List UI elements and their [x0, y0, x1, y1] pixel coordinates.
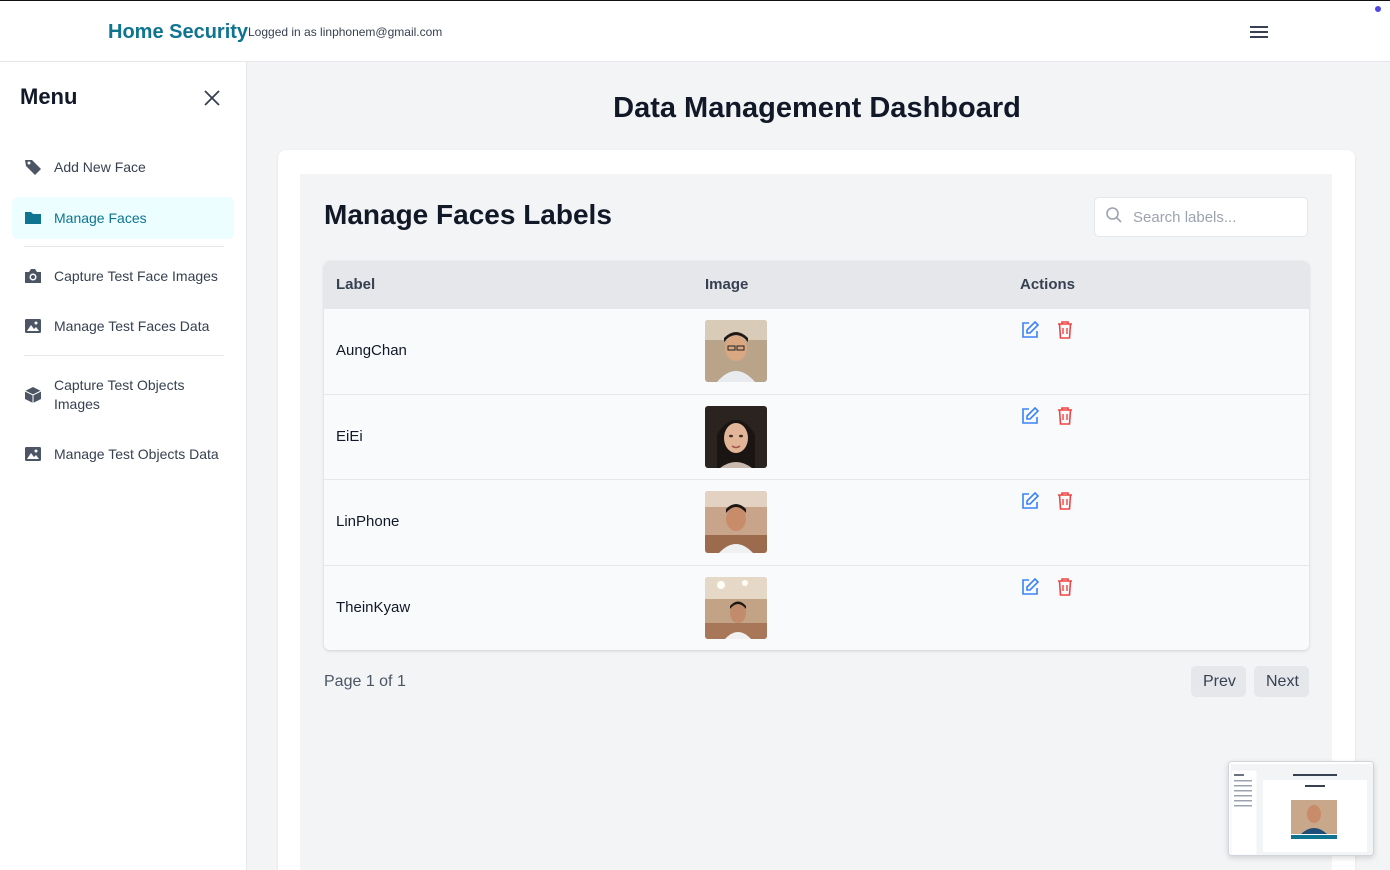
edit-icon[interactable] [1020, 406, 1040, 426]
trash-icon[interactable] [1056, 577, 1074, 597]
prev-button[interactable]: Prev [1191, 666, 1246, 697]
search-box [1094, 197, 1308, 237]
row-label: TheinKyaw [336, 598, 411, 616]
row-label: LinPhone [336, 513, 400, 530]
table-header: Label Image Actions [324, 261, 1309, 308]
face-photo [705, 320, 767, 382]
login-status: Logged in as linphonem@gmail.com [248, 25, 443, 39]
tag-icon [24, 158, 42, 176]
page-title: Data Management Dashboard [613, 92, 1021, 124]
sidebar-item-manage-faces[interactable]: Manage Faces [12, 197, 234, 239]
face-photo [705, 576, 767, 639]
close-icon[interactable] [200, 86, 224, 110]
sidebar-item-label: Capture Test Face Images [54, 267, 218, 284]
search-input[interactable] [1133, 208, 1303, 226]
sidebar-item-capture-test-face-images[interactable]: Capture Test Face Images [12, 257, 234, 295]
cube-icon [24, 386, 42, 404]
sidebar-item-label: Manage Test Objects Data [54, 445, 219, 462]
column-header-actions: Actions [1020, 276, 1076, 293]
sidebar-item-capture-test-objects-images[interactable]: Capture Test Objects Images [12, 367, 234, 423]
table-row: AungChan [324, 308, 1309, 394]
sidebar-item-label: Add New Face [54, 158, 146, 175]
edit-icon[interactable] [1020, 320, 1040, 340]
folder-icon [24, 209, 42, 227]
column-header-label: Label [336, 276, 376, 293]
screenshot-preview-thumbnail[interactable] [1228, 761, 1374, 856]
faces-table: Label Image Actions AungChan EiEi LinPho… [324, 261, 1309, 650]
sidebar-item-manage-test-objects-data[interactable]: Manage Test Objects Data [12, 435, 234, 473]
row-label: AungChan [336, 342, 407, 359]
sidebar-item-add-new-face[interactable]: Add New Face [12, 148, 234, 186]
face-photo [705, 405, 767, 468]
edit-icon[interactable] [1020, 491, 1040, 511]
column-header-image: Image [705, 276, 749, 293]
sidebar-item-label: Capture Test Objects Images [54, 377, 185, 412]
face-photo [705, 491, 767, 553]
trash-icon[interactable] [1056, 491, 1074, 511]
table-row: EiEi [324, 393, 1309, 479]
sidebar-item-label: Manage Faces [54, 209, 147, 226]
sidebar: Menu Add New Face Manage Faces Capture T… [0, 62, 247, 870]
sidebar-divider [24, 246, 224, 247]
hamburger-menu-icon[interactable] [1248, 23, 1270, 41]
image-icon [24, 445, 42, 463]
table-row: LinPhone [324, 479, 1309, 565]
trash-icon[interactable] [1056, 320, 1074, 340]
sidebar-divider [24, 355, 224, 356]
pagination-info: Page 1 of 1 [324, 673, 406, 690]
sidebar-item-manage-test-faces-data[interactable]: Manage Test Faces Data [12, 307, 234, 345]
search-icon [1105, 206, 1123, 229]
table-row: TheinKyaw [324, 564, 1309, 650]
next-button[interactable]: Next [1254, 666, 1309, 697]
brand-title[interactable]: Home Security [108, 21, 248, 44]
status-dot [1375, 6, 1381, 12]
edit-icon[interactable] [1020, 577, 1040, 597]
row-label: EiEi [336, 427, 363, 445]
sidebar-item-label: Manage Test Faces Data [54, 317, 210, 334]
top-bar: Home Security Logged in as linphonem@gma… [0, 0, 1390, 62]
trash-icon[interactable] [1056, 406, 1074, 426]
menu-title: Menu [20, 84, 78, 109]
section-title: Manage Faces Labels [324, 199, 612, 230]
camera-icon [24, 267, 42, 285]
image-icon [24, 317, 42, 335]
